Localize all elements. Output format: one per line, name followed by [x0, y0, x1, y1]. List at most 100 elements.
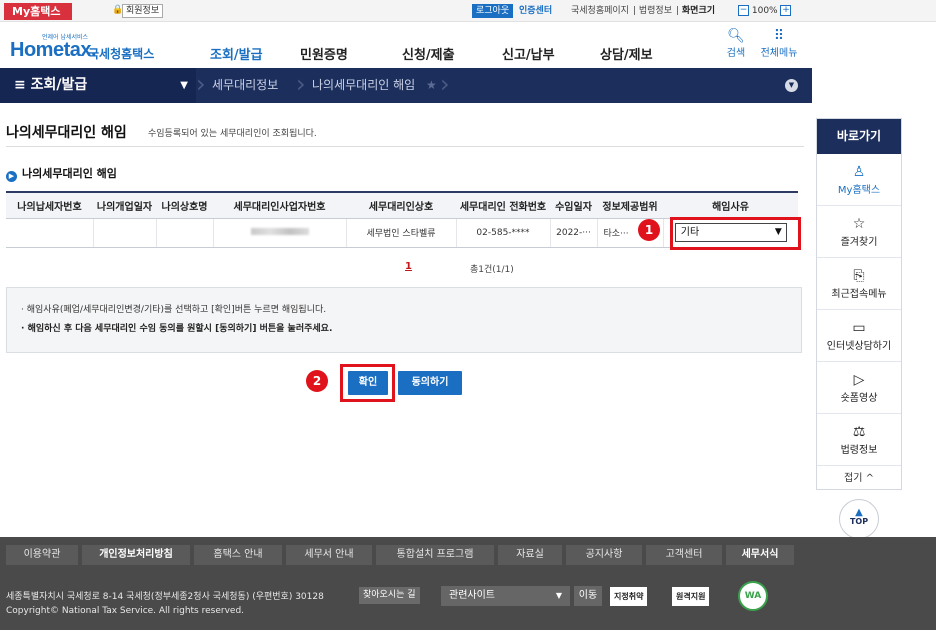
- vulnerability-badge[interactable]: 지정취약: [610, 587, 648, 606]
- cell-date: 2022-···: [550, 218, 598, 248]
- quick-item-label: 법령정보: [840, 445, 878, 456]
- all-menu-button[interactable]: ⠿ 전체메뉴: [756, 28, 802, 59]
- menu-report-pay[interactable]: 신고/납부: [502, 44, 555, 63]
- person-icon: ♙: [852, 164, 866, 180]
- member-info-button[interactable]: 회원정보: [122, 4, 164, 18]
- quick-law-info[interactable]: ⚖ 법령정보: [817, 414, 901, 466]
- web-accessibility-mark: WA: [738, 581, 768, 611]
- menu-apply-submit[interactable]: 신청/제출: [402, 44, 455, 63]
- footer-office-guide[interactable]: 세무서 안내: [286, 545, 372, 565]
- play-icon: ▷: [853, 372, 865, 388]
- monitor-icon: ▭: [852, 320, 866, 336]
- quick-recent[interactable]: ⎘ 최근접속메뉴: [817, 258, 901, 310]
- caret-up-icon: ▲: [855, 507, 863, 518]
- quick-item-label: 인터넷상담하기: [826, 341, 892, 352]
- quick-menu: 바로가기 ♙ My홈택스 ☆ 즐겨찾기 ⎘ 최근접속메뉴 ▭ 인터넷상담하기 ▷…: [816, 118, 902, 490]
- zoom-control: − 100% +: [738, 4, 792, 18]
- footer: 이용약관 개인정보처리방침 홈택스 안내 세무서 안내 통합설치 프로그램 자료…: [0, 537, 936, 630]
- utility-links: 국세청홈페이지 | 법령정보 | 화면크기: [571, 6, 716, 16]
- chevron-right-icon: ›: [440, 70, 450, 98]
- cert-center-link[interactable]: 인증센터: [519, 4, 552, 18]
- scroll-top-button[interactable]: ▲ TOP: [839, 499, 879, 539]
- cell-company: [156, 218, 214, 248]
- quick-item-label: 즐겨찾기: [840, 237, 878, 248]
- directions-button[interactable]: 찾아오시는 길: [359, 587, 420, 604]
- menu-civil-cert[interactable]: 민원증명: [300, 44, 348, 63]
- footer-hometax-guide[interactable]: 홈택스 안내: [194, 545, 282, 565]
- page-link-current[interactable]: 1: [405, 261, 412, 272]
- agree-button[interactable]: 동의하기: [398, 371, 462, 395]
- screen-size-label: 화면크기: [681, 6, 716, 16]
- footer-address: 세종특별자치시 국세청로 8-14 국세청(정부세종2청사 국세청동) (우편번…: [6, 592, 324, 602]
- footer-terms[interactable]: 이용약관: [6, 545, 78, 565]
- quick-menu-title: 바로가기: [817, 119, 901, 154]
- grid-icon: ⠿: [773, 28, 785, 44]
- search-button[interactable]: 🔍︎ 검색: [724, 28, 748, 59]
- arrow-circle-icon: ▶: [6, 171, 17, 182]
- step-2-badge: 2: [306, 370, 328, 392]
- footer-customer-center[interactable]: 고객센터: [646, 545, 722, 565]
- zoom-value: 100%: [751, 6, 778, 16]
- search-icon: 🔍︎: [727, 28, 745, 44]
- cell-agent-name: 세무법인 스타벨류: [346, 218, 457, 248]
- footer-install[interactable]: 통합설치 프로그램: [376, 545, 494, 565]
- menu-consult[interactable]: 상담/제보: [600, 44, 653, 63]
- recent-icon: ⎘: [853, 268, 865, 284]
- footer-notice[interactable]: 공지사항: [566, 545, 642, 565]
- breadcrumb-dismiss-agent[interactable]: 나의세무대리인 해임: [312, 68, 415, 103]
- my-hometax-button[interactable]: My홈택스: [4, 3, 72, 20]
- highlight-box-reason: [670, 217, 801, 250]
- section-title-text: 나의세무대리인 해임: [22, 167, 117, 180]
- col-header: 수임일자: [550, 191, 597, 219]
- quick-item-label: 최근접속메뉴: [831, 289, 887, 300]
- notice-line-1: · 해임사유(폐업/세무대리인변경/기타)를 선택하고 [확인]버튼 누르면 해…: [21, 305, 327, 315]
- col-header: 세무대리인상호: [346, 191, 456, 219]
- footer-tax-forms[interactable]: 세무서식: [726, 545, 794, 565]
- footer-library[interactable]: 자료실: [498, 545, 562, 565]
- highlight-box-confirm: [340, 364, 395, 402]
- remote-support-badge[interactable]: 원격지원: [672, 587, 710, 606]
- quick-collapse-button[interactable]: 접기 ^: [817, 466, 901, 492]
- law-info-link[interactable]: 법령정보: [639, 6, 672, 16]
- favorite-star-icon[interactable]: ★: [426, 68, 437, 103]
- top-label: TOP: [849, 517, 869, 526]
- global-nav: 언제어 납세서비스 Hometax. 국세청홈택스 조회/발급 민원증명 신청/…: [0, 22, 936, 68]
- col-header: 나의상호명: [156, 191, 213, 219]
- expand-circle-icon[interactable]: ▼: [785, 79, 798, 92]
- col-header: 세무대리인사업자번호: [213, 191, 346, 219]
- notice-line-2: · 해임하신 후 다음 세무대리인 수임 동의를 원할시 [동의하기] 버튼을 …: [21, 324, 333, 334]
- col-header: 나의납세자번호: [6, 191, 93, 219]
- zoom-out-button[interactable]: −: [738, 5, 749, 16]
- search-label: 검색: [726, 48, 746, 59]
- quick-consult[interactable]: ▭ 인터넷상담하기: [817, 310, 901, 362]
- category-label: ≡ 조회/발급: [14, 77, 88, 93]
- category-dropdown[interactable]: ≡ 조회/발급 ▼: [0, 68, 196, 103]
- pager-total: 총1건(1/1): [470, 265, 514, 275]
- quick-favorites[interactable]: ☆ 즐겨찾기: [817, 206, 901, 258]
- go-button[interactable]: 이동: [574, 586, 602, 606]
- menu-inquiry-issue[interactable]: 조회/발급: [210, 44, 263, 63]
- related-sites-label: 관련사이트: [449, 590, 495, 601]
- breadcrumb-bar: ≡ 조회/발급 ▼ › 세무대리정보 › 나의세무대리인 해임 ★ › ▼: [0, 68, 812, 103]
- step-1-badge: 1: [638, 219, 660, 241]
- gavel-icon: ⚖: [852, 424, 866, 440]
- nts-homepage-link[interactable]: 국세청홈페이지: [571, 6, 629, 16]
- logo-korean: 국세청홈택스: [88, 47, 155, 61]
- logo-wordmark: Hometax.: [10, 39, 97, 61]
- quick-shortform[interactable]: ▷ 숏폼영상: [817, 362, 901, 414]
- quick-my-hometax[interactable]: ♙ My홈택스: [817, 154, 901, 206]
- chevron-right-icon: ›: [296, 70, 306, 98]
- caret-down-icon: ▼: [555, 591, 562, 600]
- divider: [6, 146, 804, 147]
- related-sites-select[interactable]: 관련사이트 ▼: [441, 586, 570, 606]
- col-header: 나의개업일자: [93, 191, 156, 219]
- cell-taxpayer-no: [6, 218, 94, 248]
- all-menu-label: 전체메뉴: [760, 48, 798, 59]
- page-description: 수임등록되어 있는 세무대리인이 조회됩니다.: [148, 129, 317, 139]
- logout-button[interactable]: 로그아웃: [472, 4, 514, 18]
- quick-item-label: My홈택스: [837, 185, 881, 196]
- chevron-right-icon: ›: [196, 70, 206, 98]
- breadcrumb-tax-agent-info[interactable]: 세무대리정보: [212, 68, 278, 103]
- footer-privacy[interactable]: 개인정보처리방침: [82, 545, 190, 565]
- zoom-in-button[interactable]: +: [780, 5, 792, 16]
